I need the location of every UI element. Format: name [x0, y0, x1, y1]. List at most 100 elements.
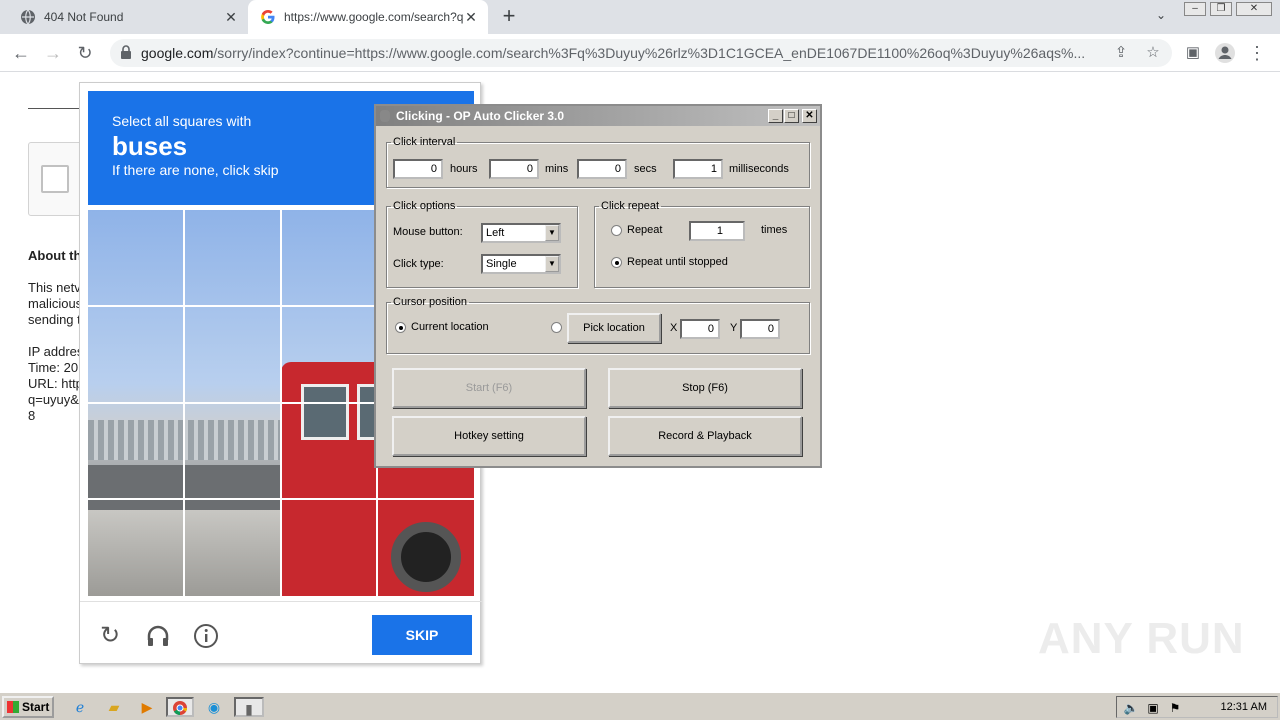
edge-icon[interactable]: ◉ [204, 697, 224, 717]
pick-location-button[interactable]: Pick location [567, 313, 661, 343]
record-playback-button[interactable]: Record & Playback [608, 416, 802, 456]
media-player-icon[interactable]: ▶ [137, 697, 157, 717]
network-icon[interactable]: ▣ [1143, 698, 1163, 718]
hours-label: hours [450, 163, 478, 175]
url-path: /sorry/index?continue=https://www.google… [213, 45, 1086, 61]
stop-button[interactable]: Stop (F6) [608, 368, 802, 408]
back-icon[interactable]: ← [10, 42, 32, 64]
click-type-value: Single [486, 258, 517, 270]
mins-input[interactable]: 0 [489, 159, 539, 179]
tab-404[interactable]: 404 Not Found ✕ [8, 0, 248, 34]
close-icon[interactable]: ✕ [222, 8, 240, 26]
secs-label: secs [634, 163, 657, 175]
info-line: q=uyuy& [28, 392, 79, 407]
x-label: X [670, 322, 678, 334]
group-label: Click interval [393, 136, 456, 148]
milliseconds-input[interactable]: 1 [673, 159, 723, 179]
tab-search-chevron-icon[interactable]: ⌄ [1152, 8, 1170, 26]
auto-clicker-window: Clicking - OP Auto Clicker 3.0 _ □ ✕ Cli… [374, 104, 822, 468]
side-panel-icon[interactable]: ▣ [1182, 42, 1204, 64]
clock: 12:31 AM [1220, 701, 1267, 713]
hours-input[interactable]: 0 [393, 159, 443, 179]
group-label: Click options [393, 200, 456, 212]
anyrun-watermark: ANY RUN [1038, 614, 1245, 663]
repeat-until-stopped-label: Repeat until stopped [627, 256, 728, 268]
dropdown-arrow-icon: ▼ [545, 225, 559, 241]
profile-icon[interactable] [1214, 42, 1236, 64]
info-icon[interactable] [192, 622, 220, 650]
info-line: IP addres [28, 344, 84, 359]
mouse-icon [380, 110, 390, 122]
group-label: Cursor position [393, 296, 467, 308]
click-repeat-group: Click repeat [594, 200, 810, 288]
forward-icon[interactable]: → [42, 42, 64, 64]
auto-clicker-taskbar-icon[interactable]: ▮ [234, 697, 264, 717]
repeat-count-input[interactable]: 1 [689, 221, 745, 241]
recaptcha-checkbox[interactable] [41, 165, 69, 193]
skip-button[interactable]: SKIP [372, 615, 472, 655]
group-label: Click repeat [601, 200, 660, 212]
system-tray: 🔈 ▣ ⚑ 12:31 AM [1116, 696, 1278, 718]
globe-icon [20, 9, 36, 25]
menu-icon[interactable]: ⋮ [1246, 42, 1268, 64]
chrome-taskbar-icon[interactable] [166, 697, 194, 717]
times-label: times [761, 224, 788, 236]
repeat-until-stopped-radio[interactable] [611, 257, 622, 268]
minimize-icon[interactable]: _ [768, 109, 783, 123]
about-heading: About th [28, 248, 82, 263]
start-button[interactable]: Start (F6) [392, 368, 586, 408]
bus-wheel [391, 522, 461, 592]
tab-title: 404 Not Found [44, 10, 124, 24]
repeat-radio[interactable] [611, 225, 622, 236]
close-icon[interactable]: ✕ [802, 109, 817, 123]
current-location-label: Current location [411, 321, 489, 333]
close-icon[interactable]: ✕ [462, 8, 480, 26]
reload-icon[interactable]: ↻ [74, 42, 96, 64]
share-icon[interactable]: ⇪ [1112, 44, 1130, 62]
start-label: Start [22, 700, 50, 714]
click-type-select[interactable]: Single ▼ [481, 254, 561, 274]
tab-strip: 404 Not Found ✕ https://www.google.com/s… [0, 0, 1280, 34]
click-type-label: Click type: [393, 258, 444, 270]
info-line: URL: http [28, 376, 83, 391]
x-input[interactable]: 0 [680, 319, 720, 339]
dropdown-arrow-icon: ▼ [545, 256, 559, 272]
lock-icon [120, 45, 132, 59]
road-image [88, 465, 288, 515]
hotkey-setting-button[interactable]: Hotkey setting [392, 416, 586, 456]
start-button[interactable]: Start [2, 696, 54, 718]
mins-label: mins [545, 163, 569, 175]
info-line: 8 [28, 408, 36, 423]
maximize-icon[interactable]: □ [784, 109, 799, 123]
page-text-line: malicious [28, 296, 83, 311]
volume-icon[interactable]: 🔈 [1121, 698, 1141, 718]
repeat-label: Repeat [627, 224, 663, 236]
reload-challenge-icon[interactable]: ↻ [96, 622, 124, 650]
url-text: google.com/sorry/index?continue=https://… [141, 45, 1101, 61]
window-titlebar[interactable]: Clicking - OP Auto Clicker 3.0 _ □ ✕ [376, 106, 820, 126]
grid-line [88, 498, 474, 500]
folder-icon[interactable]: ▰ [104, 697, 124, 717]
address-bar[interactable]: google.com/sorry/index?continue=https://… [110, 39, 1172, 67]
browser-toolbar: ← → ↻ google.com/sorry/index?continue=ht… [0, 34, 1280, 72]
bus-window [301, 384, 349, 440]
headphones-icon[interactable] [144, 622, 172, 650]
star-icon[interactable]: ☆ [1144, 44, 1162, 62]
minimize-icon[interactable]: – [1184, 2, 1206, 16]
pick-location-radio[interactable] [551, 322, 562, 333]
google-icon [260, 9, 276, 25]
y-input[interactable]: 0 [740, 319, 780, 339]
restore-icon[interactable]: ❐ [1210, 2, 1232, 16]
secs-input[interactable]: 0 [577, 159, 627, 179]
new-tab-button[interactable]: + [498, 5, 520, 28]
mouse-button-select[interactable]: Left ▼ [481, 223, 561, 243]
tab-google-search[interactable]: https://www.google.com/search?q= ✕ [248, 0, 488, 34]
close-window-icon[interactable]: ✕ [1236, 2, 1272, 16]
current-location-radio[interactable] [395, 322, 406, 333]
page-text-line: This netv [28, 280, 81, 295]
flag-icon[interactable]: ⚑ [1165, 698, 1185, 718]
tab-title: https://www.google.com/search?q= [284, 10, 464, 24]
mouse-button-value: Left [486, 227, 505, 239]
ie-icon[interactable]: ℯ [70, 697, 90, 717]
y-label: Y [730, 322, 738, 334]
